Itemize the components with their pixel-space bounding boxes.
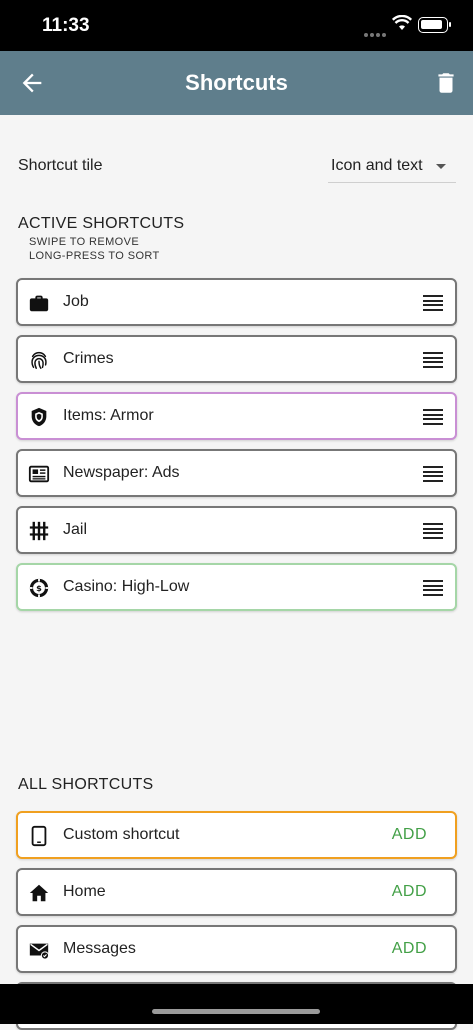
shortcut-label: Newspaper: Ads xyxy=(63,464,180,481)
shortcut-label: Job xyxy=(63,293,89,310)
shield-icon xyxy=(31,407,47,427)
active-shortcut-newspaper-ads[interactable]: Newspaper: Ads xyxy=(16,449,457,497)
shortcut-label: Jail xyxy=(63,521,88,538)
jail-bars-icon xyxy=(29,521,49,541)
svg-text:$: $ xyxy=(36,583,42,593)
trash-icon[interactable] xyxy=(433,69,459,97)
caret-down-icon xyxy=(436,164,446,169)
bottom-system-bar xyxy=(0,984,473,1024)
drag-handle-icon[interactable] xyxy=(423,295,443,312)
swipe-hint: SWIPE TO REMOVE xyxy=(29,236,140,248)
page-title: Shortcuts xyxy=(185,70,288,95)
battery-icon xyxy=(418,17,451,33)
shortcut-label: Custom shortcut xyxy=(63,826,180,843)
all-shortcut-custom: Custom shortcut ADD xyxy=(16,811,457,859)
home-icon xyxy=(29,884,49,902)
add-button[interactable]: ADD xyxy=(392,940,427,958)
app-bar: Shortcuts xyxy=(0,51,473,115)
newspaper-icon xyxy=(28,465,50,483)
shortcut-tile-dropdown[interactable]: Icon and text xyxy=(328,155,456,183)
shortcut-tile-label: Shortcut tile xyxy=(18,157,103,174)
casino-chip-icon: $ xyxy=(29,578,49,598)
status-bar: 11:33 xyxy=(0,0,473,51)
shortcut-label: Items: Armor xyxy=(63,407,154,424)
status-time: 11:33 xyxy=(42,15,90,36)
drag-handle-icon[interactable] xyxy=(423,523,443,540)
active-shortcut-crimes[interactable]: Crimes xyxy=(16,335,457,383)
active-shortcut-items-armor[interactable]: Items: Armor xyxy=(16,392,457,440)
drag-handle-icon[interactable] xyxy=(423,352,443,369)
tablet-icon xyxy=(31,825,47,847)
drag-handle-icon[interactable] xyxy=(423,409,443,426)
shortcut-label: Messages xyxy=(63,940,136,957)
add-button[interactable]: ADD xyxy=(392,883,427,901)
shortcut-label: Home xyxy=(63,883,106,900)
drag-handle-icon[interactable] xyxy=(423,466,443,483)
all-shortcuts-title: ALL SHORTCUTS xyxy=(18,776,154,793)
mail-icon xyxy=(29,943,50,960)
all-shortcut-home: Home ADD xyxy=(16,868,457,916)
drag-handle-icon[interactable] xyxy=(423,580,443,597)
all-shortcut-messages: Messages ADD xyxy=(16,925,457,973)
shortcut-tile-row: Shortcut tile Icon and text xyxy=(18,155,456,185)
active-shortcuts-title: ACTIVE SHORTCUTS xyxy=(18,215,185,232)
active-shortcut-casino-high-low[interactable]: $ Casino: High-Low xyxy=(16,563,457,611)
briefcase-icon xyxy=(29,295,49,312)
signal-icon xyxy=(364,24,388,42)
shortcut-tile-value: Icon and text xyxy=(331,157,423,174)
shortcut-label: Crimes xyxy=(63,350,114,367)
home-indicator[interactable] xyxy=(152,1009,320,1014)
sort-hint: LONG-PRESS TO SORT xyxy=(29,250,160,262)
wifi-icon xyxy=(392,15,412,30)
add-button[interactable]: ADD xyxy=(392,826,427,844)
shortcut-label: Casino: High-Low xyxy=(63,578,190,595)
fingerprint-icon xyxy=(31,351,47,369)
active-shortcut-jail[interactable]: Jail xyxy=(16,506,457,554)
active-shortcut-job[interactable]: Job xyxy=(16,278,457,326)
